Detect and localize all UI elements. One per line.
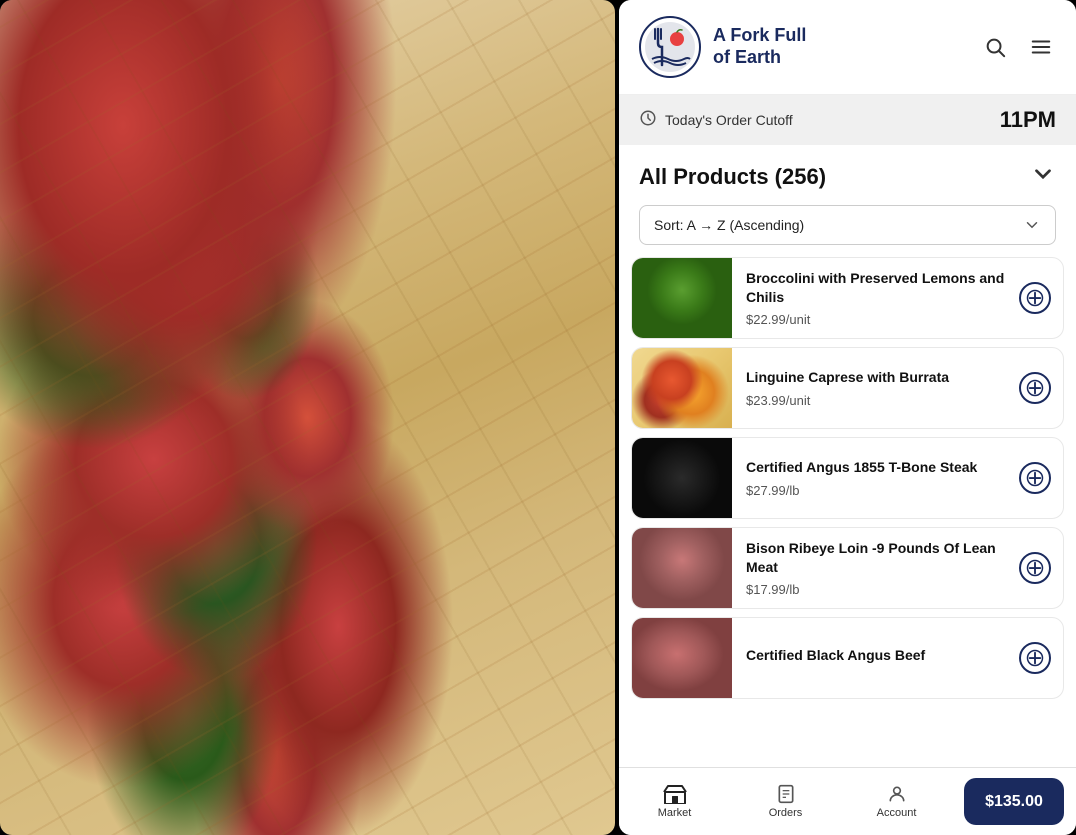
menu-button[interactable] (1026, 32, 1056, 62)
logo-circle (639, 16, 701, 78)
product-info-bison: Bison Ribeye Loin -9 Pounds Of Lean Meat… (732, 529, 1019, 606)
product-name: Certified Angus 1855 T-Bone Steak (746, 458, 1005, 476)
orders-label: Orders (769, 807, 803, 819)
product-name: Broccolini with Preserved Lemons and Chi… (746, 269, 1005, 305)
app-header: A Fork Full of Earth (619, 0, 1076, 95)
nav-account[interactable]: Account (841, 768, 952, 835)
market-icon (663, 784, 687, 804)
add-bison-button[interactable] (1019, 552, 1051, 584)
sort-chevron-icon (1023, 216, 1041, 234)
cutoff-time: 11PM (1000, 107, 1056, 133)
product-image-blackangus (632, 618, 732, 698)
account-label: Account (877, 807, 917, 819)
product-price: $23.99/unit (746, 393, 1005, 408)
product-item-blackangus[interactable]: Certified Black Angus Beef (631, 617, 1064, 699)
products-header: All Products (256) (619, 145, 1076, 201)
product-name: Bison Ribeye Loin -9 Pounds Of Lean Meat (746, 539, 1005, 575)
clock-icon (639, 109, 657, 132)
product-price: $27.99/lb (746, 483, 1005, 498)
search-icon (984, 36, 1006, 58)
brand-name: A Fork Full of Earth (713, 25, 806, 68)
add-blackangus-button[interactable] (1019, 642, 1051, 674)
bottom-nav: Market Orders Account $135.00 (619, 767, 1076, 835)
product-item-linguine[interactable]: Linguine Caprese with Burrata $23.99/uni… (631, 347, 1064, 429)
cutoff-label: Today's Order Cutoff (665, 112, 793, 128)
sort-label: Sort: A → Z (Ascending) (654, 217, 804, 233)
cart-button[interactable]: $135.00 (964, 778, 1064, 825)
food-photo (0, 0, 615, 835)
account-icon (887, 784, 907, 804)
app-panel: A Fork Full of Earth (619, 0, 1076, 835)
nav-market[interactable]: Market (619, 768, 730, 835)
sort-dropdown[interactable]: Sort: A → Z (Ascending) (639, 205, 1056, 245)
logo-svg (644, 21, 696, 73)
logo-area: A Fork Full of Earth (639, 16, 806, 78)
product-image-broccolini (632, 258, 732, 338)
market-label: Market (658, 807, 692, 819)
product-list: Broccolini with Preserved Lemons and Chi… (619, 257, 1076, 767)
products-title: All Products (256) (639, 164, 826, 190)
products-chevron-icon[interactable] (1030, 161, 1056, 193)
cutoff-left: Today's Order Cutoff (639, 109, 793, 132)
add-tbone-button[interactable] (1019, 462, 1051, 494)
product-price: $22.99/unit (746, 312, 1005, 327)
product-item-bison[interactable]: Bison Ribeye Loin -9 Pounds Of Lean Meat… (631, 527, 1064, 609)
cart-total: $135.00 (985, 793, 1043, 811)
add-broccolini-button[interactable] (1019, 282, 1051, 314)
product-item-broccolini[interactable]: Broccolini with Preserved Lemons and Chi… (631, 257, 1064, 339)
product-name: Linguine Caprese with Burrata (746, 368, 1005, 386)
header-icons (980, 32, 1056, 62)
orders-icon (776, 784, 796, 804)
product-name: Certified Black Angus Beef (746, 646, 1005, 664)
nav-orders[interactable]: Orders (730, 768, 841, 835)
hero-image (0, 0, 615, 835)
product-image-tbone (632, 438, 732, 518)
product-price: $17.99/lb (746, 582, 1005, 597)
product-info-blackangus: Certified Black Angus Beef (732, 636, 1019, 680)
product-image-bison (632, 528, 732, 608)
hamburger-icon (1030, 36, 1052, 58)
add-linguine-button[interactable] (1019, 372, 1051, 404)
search-button[interactable] (980, 32, 1010, 62)
product-info-broccolini: Broccolini with Preserved Lemons and Chi… (732, 259, 1019, 336)
product-info-linguine: Linguine Caprese with Burrata $23.99/uni… (732, 358, 1019, 417)
product-image-linguine (632, 348, 732, 428)
cutoff-banner: Today's Order Cutoff 11PM (619, 95, 1076, 145)
product-info-tbone: Certified Angus 1855 T-Bone Steak $27.99… (732, 448, 1019, 507)
product-item-tbone[interactable]: Certified Angus 1855 T-Bone Steak $27.99… (631, 437, 1064, 519)
